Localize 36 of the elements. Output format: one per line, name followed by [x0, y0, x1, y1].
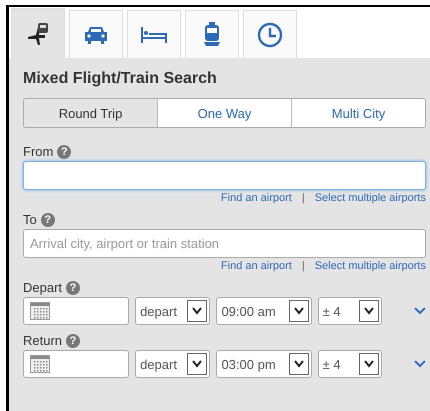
location-input[interactable]: Arrival city, airport or train station: [23, 229, 426, 258]
field-label: Return: [23, 333, 62, 348]
link-separator: |: [302, 192, 305, 204]
train-icon: [202, 22, 222, 48]
field-label: Depart: [23, 280, 62, 295]
window-select[interactable]: ± 4: [318, 297, 382, 325]
trip-type-button[interactable]: One Way: [157, 99, 291, 127]
help-icon[interactable]: ?: [40, 212, 55, 226]
date-input[interactable]: [23, 297, 130, 325]
link[interactable]: Select multiple airports: [314, 260, 426, 272]
help-icon[interactable]: ?: [66, 334, 80, 348]
mode-select[interactable]: depart: [135, 350, 210, 378]
help-icon[interactable]: ?: [66, 280, 80, 294]
calendar-icon[interactable]: [30, 355, 50, 373]
expand-chevron-icon[interactable]: [414, 307, 426, 315]
link-separator: |: [302, 260, 305, 272]
expand-chevron-icon[interactable]: [414, 360, 426, 368]
trip-type-button[interactable]: Multi City: [291, 99, 425, 127]
time-select[interactable]: 03:00 pm: [216, 350, 312, 378]
link[interactable]: Find an airport: [220, 260, 292, 272]
window-select[interactable]: ± 4: [318, 350, 382, 378]
clock-icon: [257, 22, 283, 48]
location-input[interactable]: [23, 161, 426, 190]
link[interactable]: Find an airport: [220, 192, 292, 204]
date-input[interactable]: [23, 350, 130, 378]
panel-title: Mixed Flight/Train Search: [23, 70, 218, 88]
link[interactable]: Select multiple airports: [314, 192, 426, 204]
field-label: From: [23, 144, 54, 159]
tab[interactable]: [11, 8, 65, 58]
calendar-icon[interactable]: [30, 302, 50, 320]
plane-train-icon: [25, 20, 51, 46]
field-label: To: [23, 212, 37, 227]
help-icon[interactable]: ?: [57, 144, 72, 158]
bed-icon: [140, 26, 168, 44]
mode-select[interactable]: depart: [135, 297, 210, 325]
time-select[interactable]: 09:00 am: [216, 297, 312, 325]
